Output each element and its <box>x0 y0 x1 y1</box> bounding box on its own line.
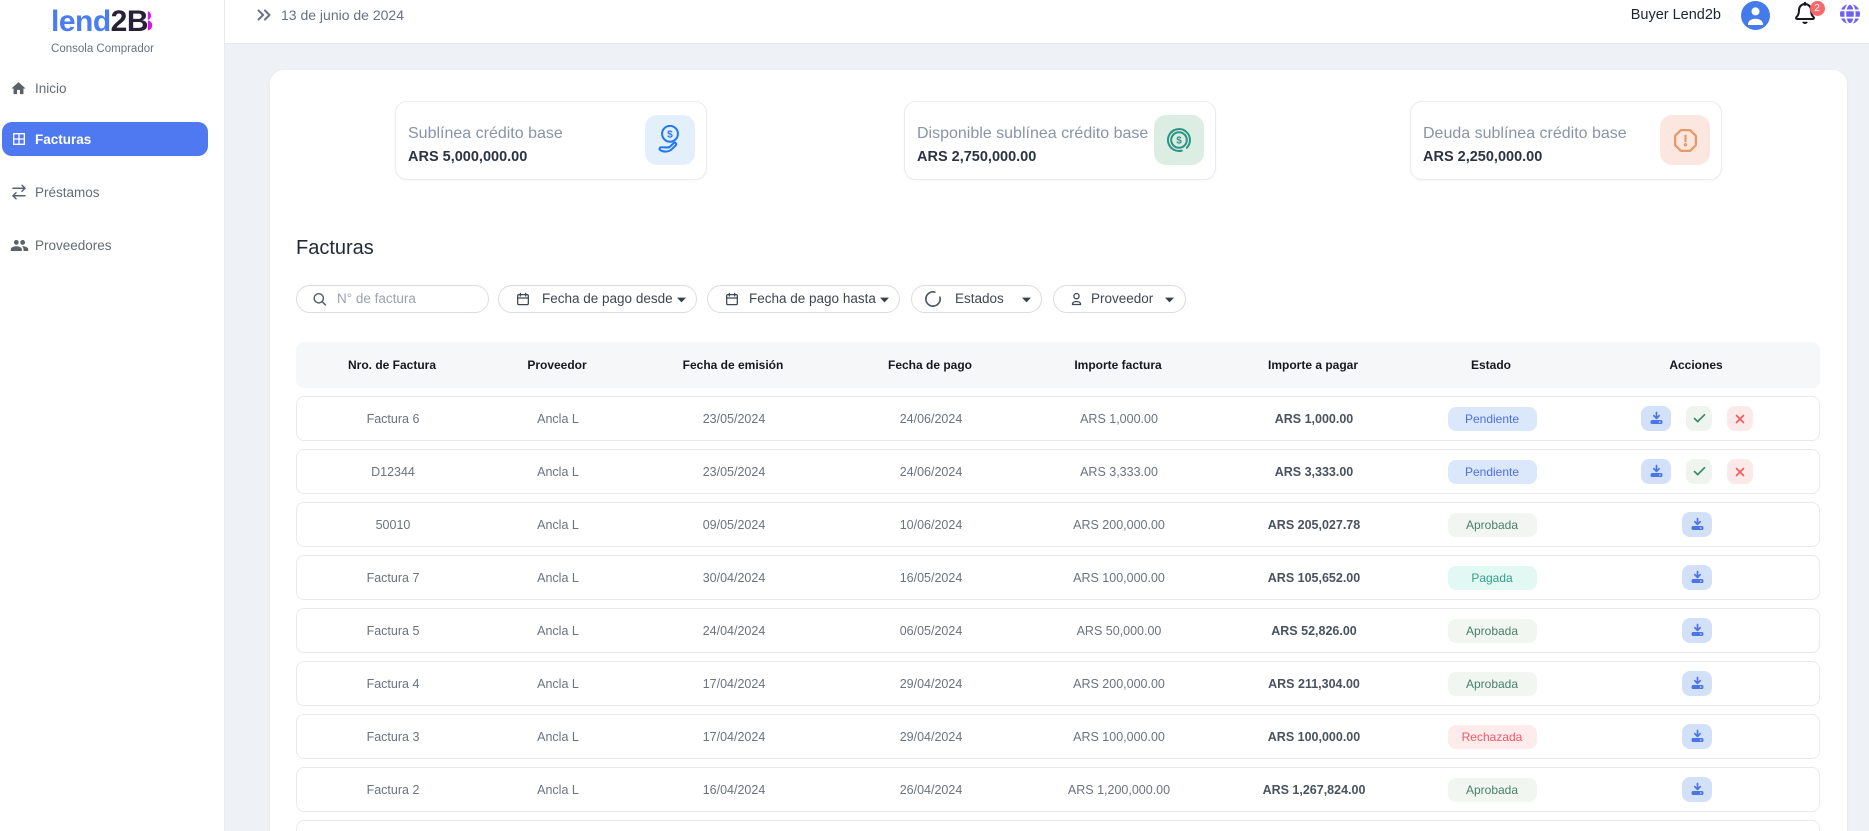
svg-text:$: $ <box>667 130 673 141</box>
svg-text:$: $ <box>1176 136 1182 147</box>
